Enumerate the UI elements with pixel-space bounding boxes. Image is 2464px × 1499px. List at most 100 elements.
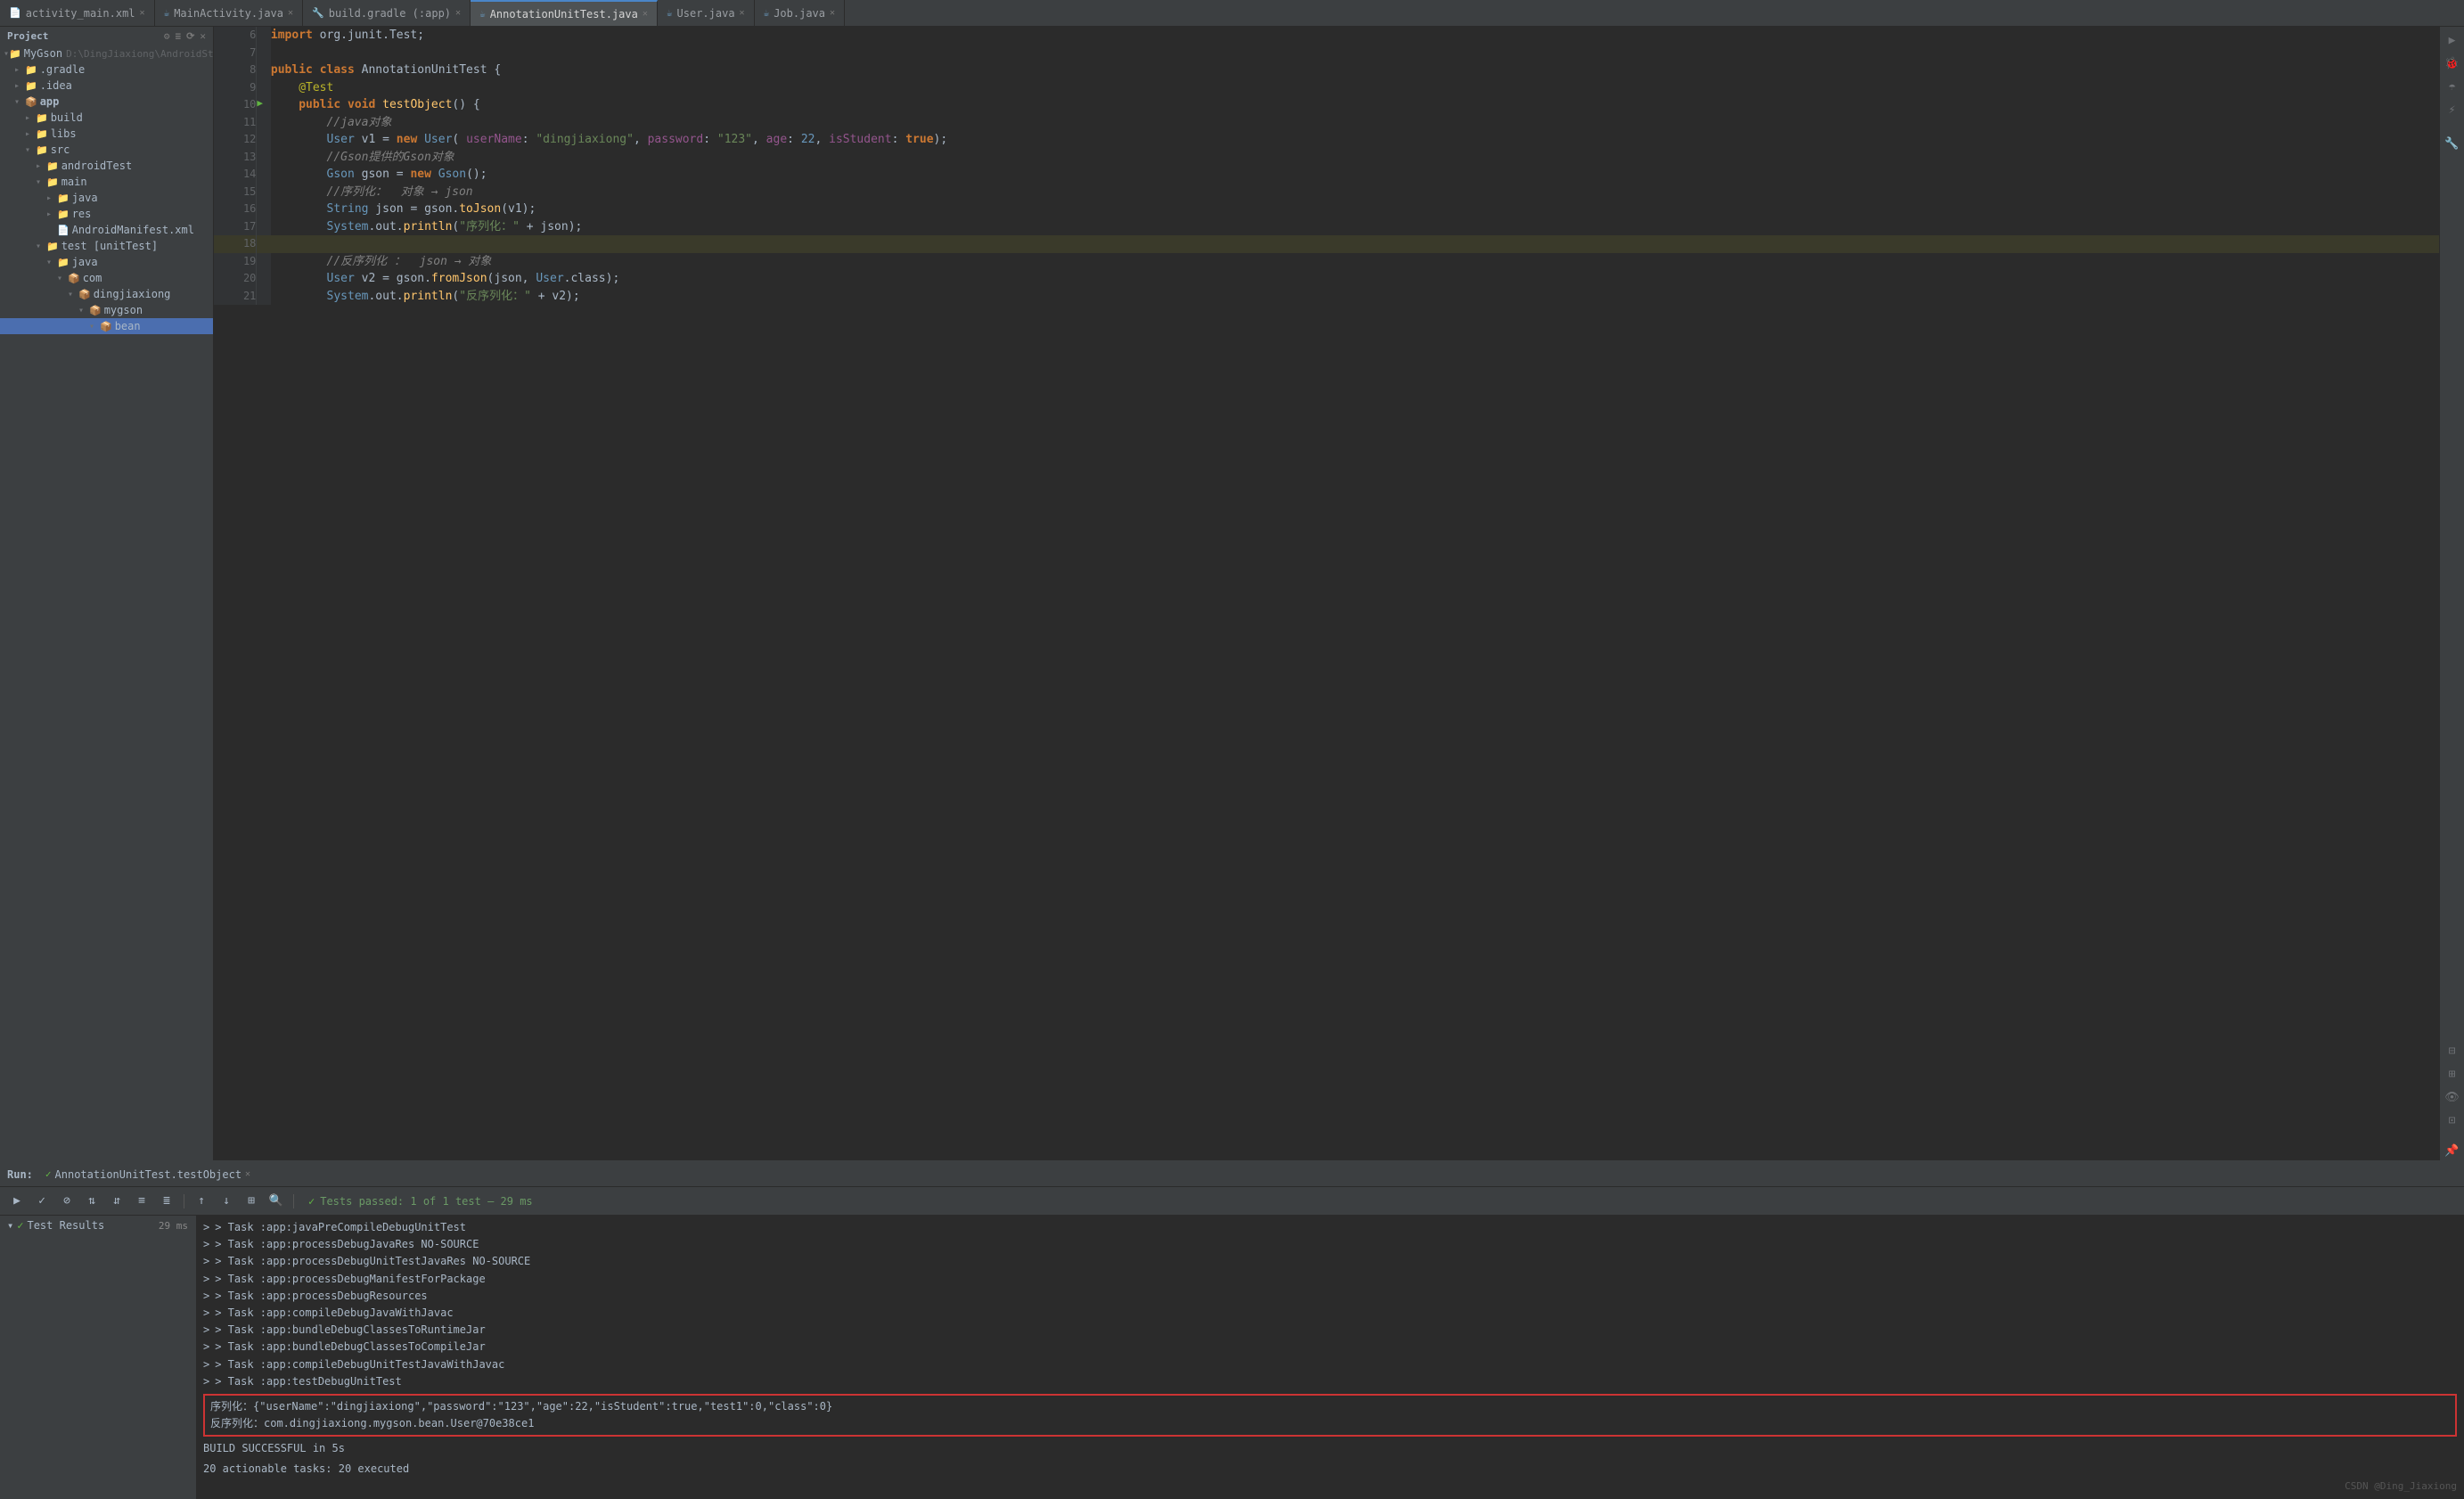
pin-icon-btn[interactable]: 📌 <box>2443 1141 2462 1160</box>
test-results-panel: ▾ ✓ Test Results 29 ms <box>0 1216 196 1499</box>
code-row-11: 11 //java对象 <box>214 114 2439 132</box>
code-row-20: 20 User v2 = gson.fromJson(json, User.cl… <box>214 270 2439 288</box>
expand-arrow: ▾ <box>78 306 89 315</box>
sidebar-item-test-java[interactable]: ▾ 📁 java <box>0 254 213 270</box>
sync-icon[interactable]: ⟳ <box>186 30 194 42</box>
test-result-header[interactable]: ▾ ✓ Test Results 29 ms <box>0 1216 195 1235</box>
sidebar-item-mygson-pkg[interactable]: ▾ 📦 mygson <box>0 302 213 318</box>
arrow-icon: > <box>203 1219 209 1236</box>
prev-btn[interactable]: ↑ <box>192 1192 211 1211</box>
arrow-icon: > <box>203 1305 209 1322</box>
sidebar-item-src[interactable]: ▾ 📁 src <box>0 142 213 158</box>
run-tab-item[interactable]: ✓ AnnotationUnitTest.testObject ✕ <box>40 1167 256 1183</box>
package-icon: 📦 <box>89 305 102 316</box>
sidebar-item-test[interactable]: ▾ 📁 test [unitTest] <box>0 238 213 254</box>
search-btn[interactable]: 🔍 <box>266 1192 286 1211</box>
check-btn[interactable]: ✓ <box>32 1192 52 1211</box>
sidebar-item-libs[interactable]: ▸ 📁 libs <box>0 126 213 142</box>
close-icon[interactable]: ✕ <box>643 9 648 19</box>
tab-user[interactable]: ☕ User.java ✕ <box>658 0 755 26</box>
folder-icon: 📁 <box>36 128 48 140</box>
gradle-file-icon: 🔧 <box>312 7 324 19</box>
sidebar-item-bean[interactable]: ▾ 📦 bean <box>0 318 213 334</box>
tab-label: build.gradle (:app) <box>329 7 451 20</box>
align-btn[interactable]: ≡ <box>132 1192 151 1211</box>
sidebar-item-mygson[interactable]: ▾ 📁 MyGson D:\DingJiaxiong\AndroidStudio… <box>0 45 213 61</box>
expand-arrow: ▾ <box>14 97 25 107</box>
code-row-8: 8 public class AnnotationUnitTest { <box>214 61 2439 79</box>
layout-icon-btn[interactable]: ⊟ <box>2443 1041 2462 1061</box>
export-btn[interactable]: ⊞ <box>241 1192 261 1211</box>
sidebar-item-res[interactable]: ▸ 📁 res <box>0 206 213 222</box>
sidebar-item-app[interactable]: ▾ 📦 app <box>0 94 213 110</box>
wrench-icon-btn[interactable]: 🔧 <box>2443 134 2462 153</box>
test-status: ✓ Tests passed: 1 of 1 test – 29 ms <box>308 1195 533 1208</box>
options-icon[interactable]: ✕ <box>200 30 206 42</box>
code-row-6: 6 import org.junit.Test; <box>214 27 2439 45</box>
code-view[interactable]: 6 import org.junit.Test; 7 <box>214 27 2439 1160</box>
tab-label: activity_main.xml <box>26 7 135 20</box>
close-icon[interactable]: ✕ <box>288 8 293 18</box>
line-number: 11 <box>214 114 257 132</box>
close-icon[interactable]: ✕ <box>830 8 835 18</box>
align2-btn[interactable]: ≣ <box>157 1192 176 1211</box>
run-icon-btn[interactable]: ▶ <box>2443 30 2462 50</box>
line-number: 16 <box>214 201 257 218</box>
sidebar-item-path: D:\DingJiaxiong\AndroidStudio... <box>66 48 214 60</box>
rerun-btn[interactable]: ▶ <box>7 1192 27 1211</box>
close-icon[interactable]: ✕ <box>455 8 461 18</box>
layout-icon[interactable]: ≡ <box>176 30 182 42</box>
sidebar-item-androidtest[interactable]: ▸ 📁 androidTest <box>0 158 213 174</box>
settings-icon[interactable]: ⚙ <box>164 30 170 42</box>
output-panel[interactable]: > > Task :app:javaPreCompileDebugUnitTes… <box>196 1216 2464 1499</box>
code-row-9: 9 @Test <box>214 79 2439 97</box>
code-row-17: 17 System.out.println("序列化：" + json); <box>214 218 2439 236</box>
output-line-7: > > Task :app:bundleDebugClassesToRuntim… <box>203 1322 2457 1339</box>
tab-job[interactable]: ☕ Job.java ✕ <box>755 0 845 26</box>
sidebar: Project ⚙ ≡ ⟳ ✕ ▾ 📁 MyGson D:\DingJiaxio… <box>0 27 214 1160</box>
terminal-icon-btn[interactable]: ⊞ <box>2443 1064 2462 1084</box>
build-output-1: BUILD SUCCESSFUL in 5s <box>203 1440 2457 1457</box>
stop-btn[interactable]: ⊘ <box>57 1192 77 1211</box>
close-icon[interactable]: ✕ <box>740 8 745 18</box>
run-gutter[interactable]: ▶ <box>257 96 271 114</box>
tab-buildgradle[interactable]: 🔧 build.gradle (:app) ✕ <box>303 0 471 26</box>
code-row-7: 7 <box>214 45 2439 62</box>
expand-arrow: ▾ <box>36 242 46 251</box>
tab-annotationunittest[interactable]: ☕ AnnotationUnitTest.java ✕ <box>471 0 658 26</box>
java-file-icon: ☕ <box>164 7 170 19</box>
line-number: 18 <box>214 235 257 253</box>
code-content: import org.junit.Test; <box>271 27 2439 45</box>
code-content: //Gson提供的Gson对象 <box>271 149 2439 167</box>
debug-icon-btn[interactable]: 🐞 <box>2443 53 2462 73</box>
sidebar-item-java[interactable]: ▸ 📁 java <box>0 190 213 206</box>
sidebar-item-androidmanifest[interactable]: 📄 AndroidManifest.xml <box>0 222 213 238</box>
coverage-icon-btn[interactable]: ☂ <box>2443 77 2462 96</box>
line-number: 9 <box>214 79 257 97</box>
close-icon[interactable]: ✕ <box>140 8 145 18</box>
close-icon[interactable]: ✕ <box>245 1169 250 1179</box>
tab-mainactivity[interactable]: ☕ MainActivity.java ✕ <box>155 0 303 26</box>
line-number: 17 <box>214 218 257 236</box>
next-btn[interactable]: ↓ <box>217 1192 236 1211</box>
eye-icon-btn[interactable]: 👁 <box>2443 1087 2462 1107</box>
check-icon: ✓ <box>308 1195 315 1208</box>
sidebar-item-gradle[interactable]: ▸ 📁 .gradle <box>0 61 213 78</box>
tab-bar: 📄 activity_main.xml ✕ ☕ MainActivity.jav… <box>0 0 2464 27</box>
sidebar-item-com[interactable]: ▾ 📦 com <box>0 270 213 286</box>
sort-down-btn[interactable]: ⇵ <box>107 1192 127 1211</box>
tab-activity-main[interactable]: 📄 activity_main.xml ✕ <box>0 0 155 26</box>
line-number: 6 <box>214 27 257 45</box>
code-content: public class AnnotationUnitTest { <box>271 61 2439 79</box>
sidebar-header-icons: ⚙ ≡ ⟳ ✕ <box>164 30 206 42</box>
sort-up-btn[interactable]: ⇅ <box>82 1192 102 1211</box>
line-number: 14 <box>214 166 257 184</box>
line-number: 21 <box>214 288 257 306</box>
sidebar-item-main[interactable]: ▾ 📁 main <box>0 174 213 190</box>
output-text: > Task :app:compileDebugUnitTestJavaWith… <box>215 1356 504 1373</box>
grid-icon-btn[interactable]: ⊡ <box>2443 1110 2462 1130</box>
sidebar-item-build[interactable]: ▸ 📁 build <box>0 110 213 126</box>
profile-icon-btn[interactable]: ⚡ <box>2443 100 2462 119</box>
sidebar-item-dingjiaxiong[interactable]: ▾ 📦 dingjiaxiong <box>0 286 213 302</box>
sidebar-item-idea[interactable]: ▸ 📁 .idea <box>0 78 213 94</box>
